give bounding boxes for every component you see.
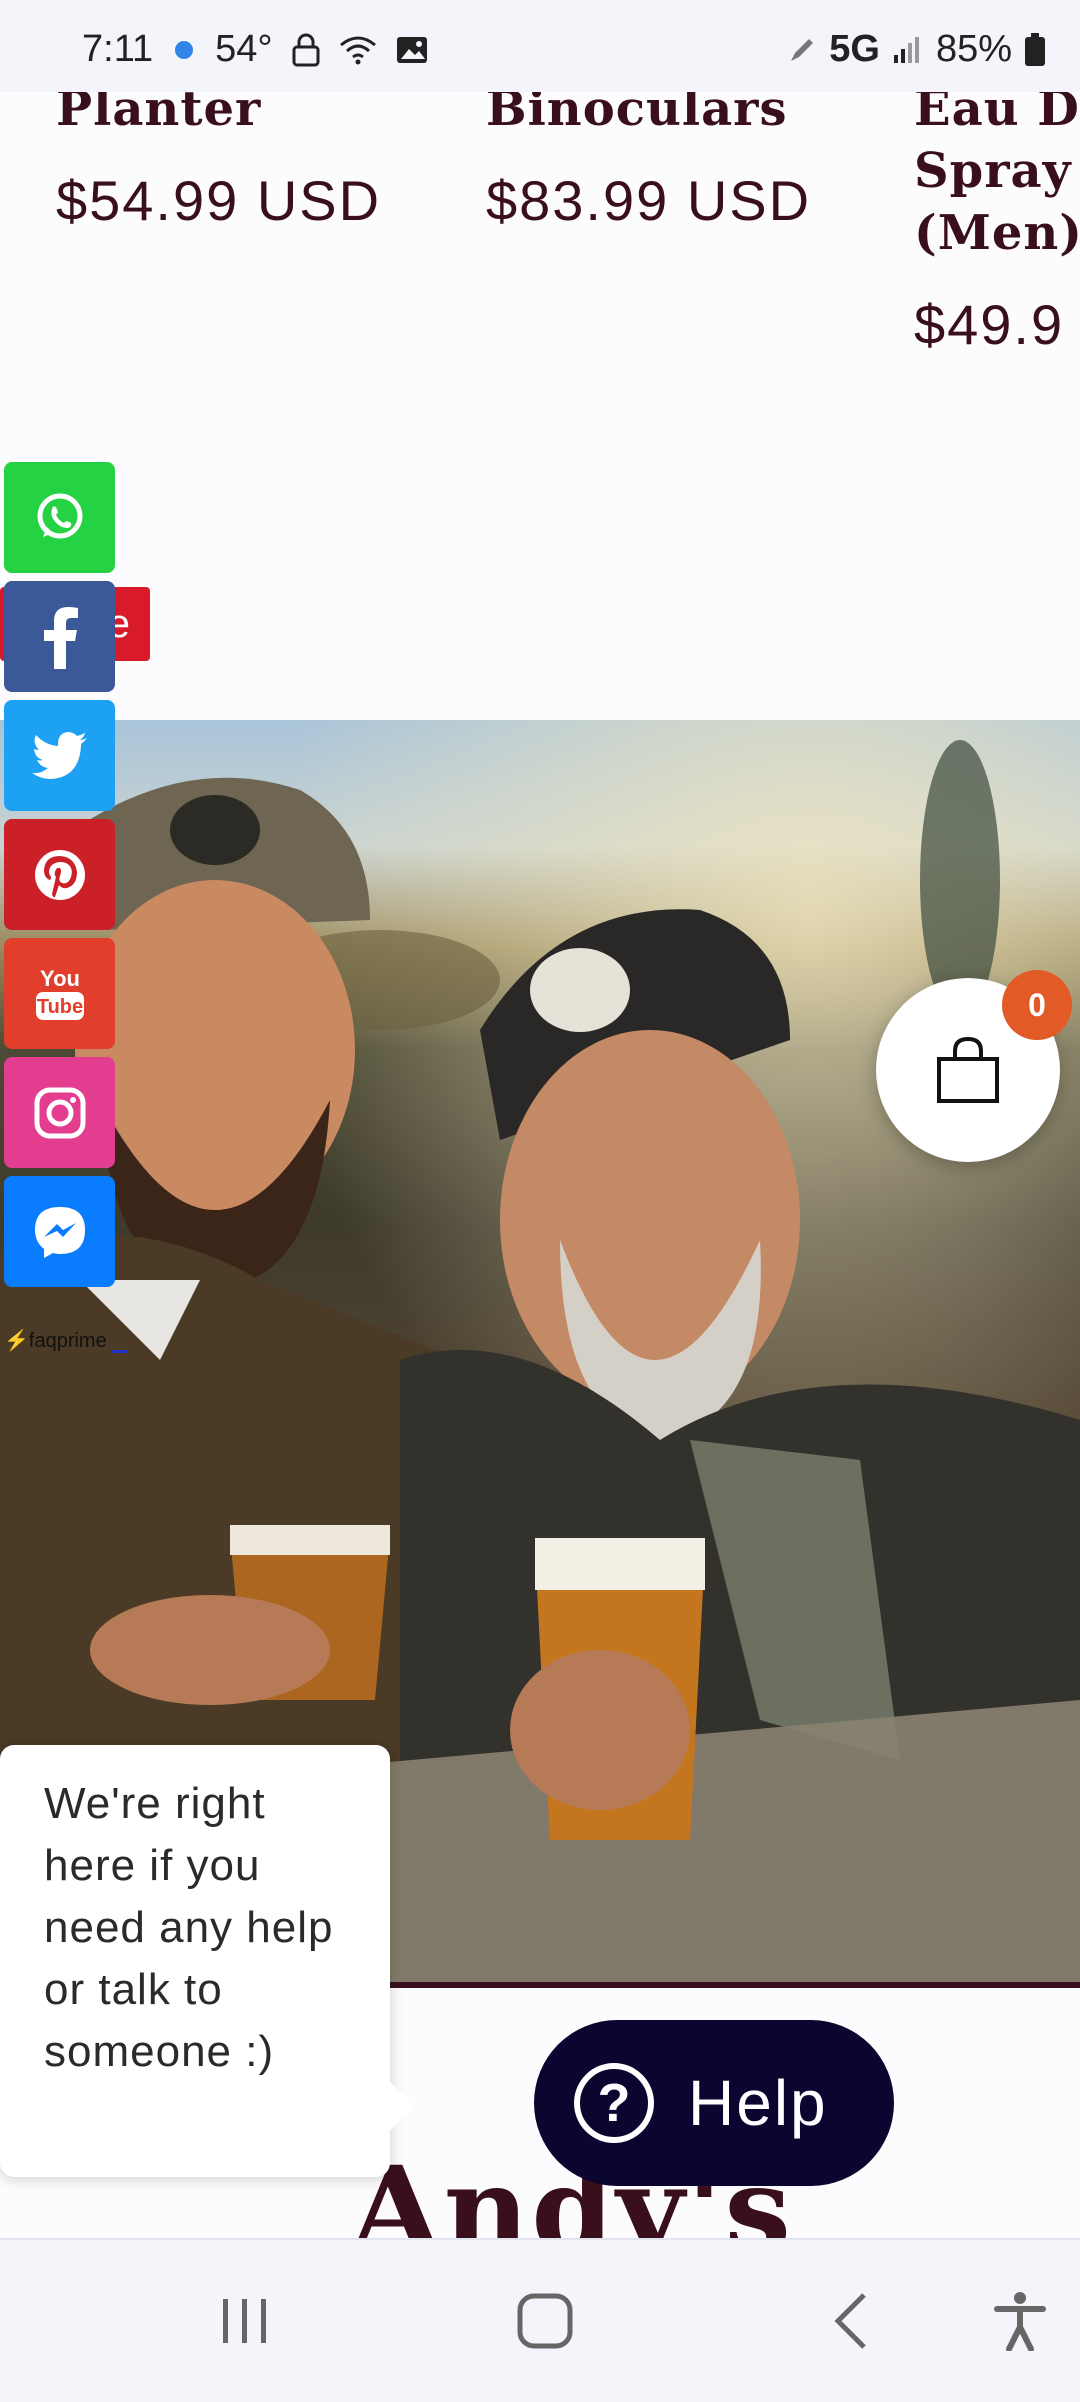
weather-icon [171, 37, 197, 63]
chat-bubble[interactable]: We're right here if you need any help or… [0, 1745, 390, 2177]
twitter-icon [31, 731, 87, 779]
status-battery: 85% [935, 28, 1012, 70]
status-time: 7:11 [82, 28, 154, 70]
facebook-icon [43, 606, 78, 669]
facebook-button[interactable] [4, 581, 115, 692]
recent-apps-icon [223, 2299, 266, 2343]
product-card[interactable]: Tonic L Eau De Spray 3 (Men) $49.9 [914, 19, 1080, 357]
shopping-bag-icon [937, 1036, 999, 1103]
svg-text:Tube: Tube [36, 996, 82, 1018]
pinterest-button[interactable] [4, 819, 115, 930]
status-bar: 7:11 54° 5G 85% [0, 0, 1080, 92]
status-network: 5G [829, 28, 880, 70]
navigation-bar [0, 2238, 1080, 2402]
help-button[interactable]: ? Help [534, 2020, 894, 2186]
home-button[interactable] [500, 2240, 590, 2402]
faqprime-underline [110, 1350, 127, 1353]
messenger-icon [34, 1206, 85, 1258]
youtube-button[interactable]: You Tube [4, 938, 115, 1049]
pinterest-icon [34, 849, 85, 900]
bolt-icon: ⚡ [4, 1330, 29, 1352]
product-price: $49.9 [914, 293, 1065, 356]
back-button[interactable] [810, 2240, 890, 2402]
recent-apps-button[interactable] [200, 2240, 290, 2402]
question-icon: ? [574, 2063, 654, 2143]
signal-icon [892, 35, 924, 65]
image-icon [395, 35, 429, 65]
status-right: 5G 85% [787, 28, 1046, 71]
help-label: Help [688, 2067, 828, 2139]
accessibility-button[interactable] [980, 2240, 1060, 2402]
battery-icon [1024, 32, 1046, 67]
twitter-button[interactable] [4, 700, 115, 811]
status-temp: 54° [215, 28, 273, 70]
instagram-icon [34, 1087, 85, 1138]
wifi-icon [339, 35, 377, 65]
svg-text:You: You [40, 966, 80, 991]
accessibility-icon [994, 2292, 1046, 2351]
whatsapp-icon [37, 493, 82, 538]
back-icon [834, 2293, 866, 2349]
chat-bubble-arrow [388, 2080, 416, 2132]
product-price: $83.99 USD [486, 169, 812, 232]
youtube-icon: You Tube [35, 966, 84, 1020]
cart-count-badge: 0 [1002, 970, 1072, 1040]
messenger-button[interactable] [4, 1176, 115, 1287]
lock-icon [291, 33, 321, 67]
pen-icon [787, 35, 817, 65]
whatsapp-button[interactable] [4, 462, 115, 573]
home-icon [517, 2293, 573, 2349]
chat-message: We're right here if you need any help or… [44, 1779, 334, 2076]
faqprime-text: faqprime [28, 1330, 107, 1352]
instagram-button[interactable] [4, 1057, 115, 1168]
status-left: 7:11 54° [82, 28, 429, 71]
faqprime-label[interactable]: ⚡faqprime [4, 1328, 127, 1353]
product-price: $54.99 USD [56, 169, 382, 232]
